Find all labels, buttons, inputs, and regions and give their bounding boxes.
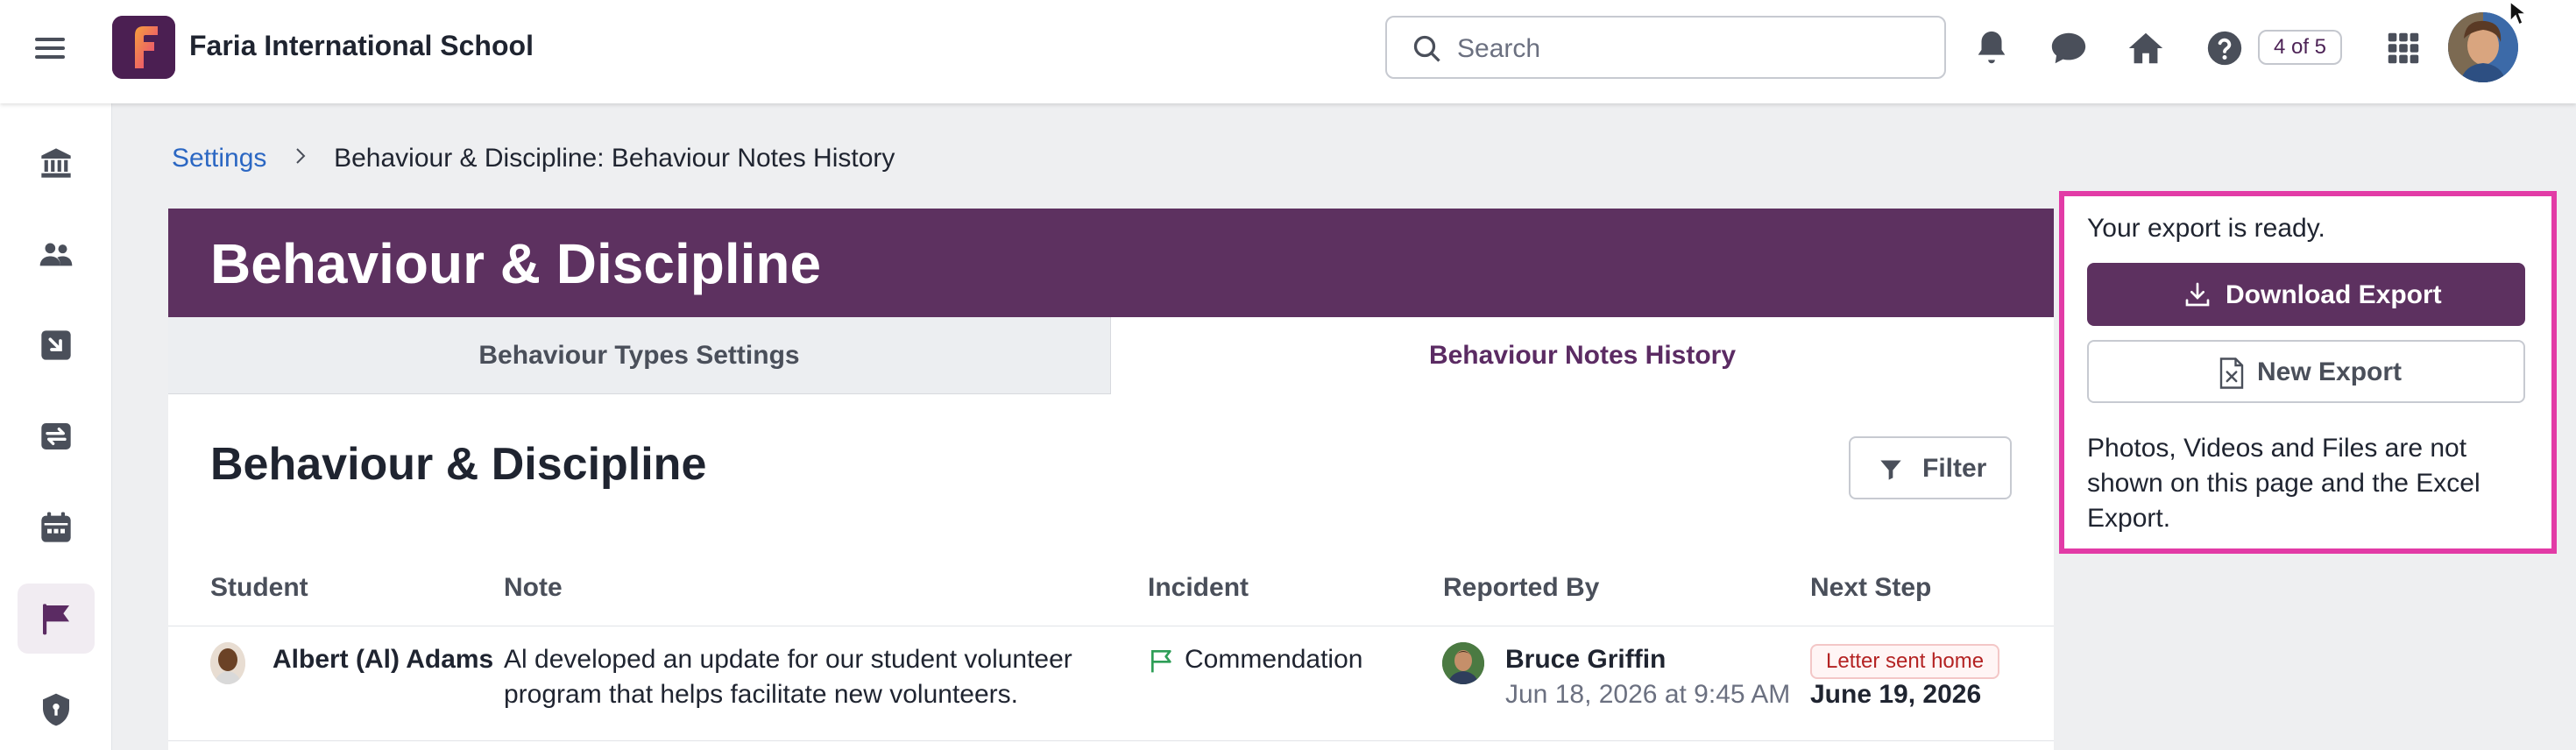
- sidebar-item-import[interactable]: [18, 310, 95, 380]
- hamburger-icon[interactable]: [35, 33, 70, 68]
- student-avatar: [210, 642, 245, 684]
- page-title: Behaviour & Discipline: [210, 232, 822, 295]
- next-step-date: June 19, 2026: [1810, 680, 1982, 709]
- column-header-incident[interactable]: Incident: [1148, 573, 1249, 603]
- download-export-label: Download Export: [2226, 280, 2442, 309]
- reporter-name[interactable]: Bruce Griffin: [1505, 642, 1666, 677]
- shield-icon: [43, 693, 69, 726]
- filter-icon: [1880, 460, 1901, 480]
- search-box[interactable]: [1385, 16, 1946, 79]
- download-icon: [2185, 282, 2210, 307]
- tab-bar: Behaviour Types Settings Behaviour Notes…: [168, 317, 2054, 394]
- section-title: Behaviour & Discipline: [210, 439, 707, 490]
- note-text-line-2: program that helps facilitate new volunt…: [504, 680, 1018, 709]
- school-logo[interactable]: [112, 16, 175, 79]
- sidebar: [0, 103, 112, 750]
- home-icon[interactable]: [2126, 28, 2166, 68]
- filter-button[interactable]: Filter: [1849, 436, 2012, 499]
- sidebar-item-calendar[interactable]: [18, 492, 95, 562]
- top-bar: Faria International School 4 of 5: [0, 0, 2576, 103]
- calendar-icon: [41, 512, 71, 542]
- column-header-reported-by[interactable]: Reported By: [1443, 573, 1599, 603]
- user-avatar[interactable]: [2448, 12, 2518, 82]
- breadcrumb: Settings Behaviour & Discipline: Behavio…: [172, 144, 895, 173]
- behaviour-card: Behaviour & Discipline Behaviour Types S…: [168, 209, 2054, 750]
- column-header-next-step[interactable]: Next Step: [1810, 573, 1931, 603]
- sidebar-item-institution[interactable]: [18, 128, 95, 198]
- sidebar-item-security[interactable]: [18, 675, 95, 745]
- export-ready-text: Your export is ready.: [2087, 214, 2325, 243]
- institution-icon: [41, 148, 71, 178]
- search-input[interactable]: [1457, 32, 1913, 67]
- incident-type: Commendation: [1185, 645, 1363, 674]
- sync-icon: [41, 423, 71, 449]
- table-row[interactable]: Albert (Al) Adams Al developed an update…: [168, 626, 2054, 741]
- commendation-flag-icon: [1151, 650, 1171, 673]
- reporter-avatar: [1442, 642, 1484, 684]
- new-export-label: New Export: [2257, 357, 2403, 386]
- breadcrumb-current: Behaviour & Discipline: Behaviour Notes …: [334, 144, 895, 173]
- student-name[interactable]: Albert (Al) Adams: [272, 642, 493, 677]
- help-icon[interactable]: [2204, 28, 2245, 68]
- reported-timestamp: Jun 18, 2026 at 9:45 AM: [1505, 680, 1791, 709]
- bell-icon[interactable]: [1971, 28, 2012, 68]
- new-export-button[interactable]: New Export: [2087, 340, 2525, 403]
- chevron-right-icon: [294, 144, 308, 173]
- people-icon: [39, 243, 73, 266]
- mouse-cursor-icon: [2509, 0, 2529, 26]
- tab-behaviour-notes-history[interactable]: Behaviour Notes History: [1111, 317, 2054, 394]
- sidebar-item-behaviour[interactable]: [18, 584, 95, 654]
- page-header-banner: Behaviour & Discipline: [168, 209, 2054, 317]
- download-export-button[interactable]: Download Export: [2087, 263, 2525, 326]
- excel-file-icon: [2219, 357, 2244, 389]
- export-panel: Your export is ready. Download Export Ne…: [2059, 191, 2557, 554]
- column-header-student[interactable]: Student: [210, 573, 308, 603]
- apps-grid-icon[interactable]: [2383, 28, 2424, 68]
- sidebar-item-people[interactable]: [18, 219, 95, 289]
- school-name[interactable]: Faria International School: [189, 30, 534, 62]
- note-text-line-1: Al developed an update for our student v…: [504, 645, 1072, 674]
- tab-behaviour-types-settings[interactable]: Behaviour Types Settings: [168, 317, 1111, 394]
- filter-label: Filter: [1922, 454, 1987, 483]
- export-note: Photos, Videos and Files are not shown o…: [2087, 434, 2480, 533]
- sidebar-item-sync[interactable]: [18, 401, 95, 471]
- breadcrumb-link-settings[interactable]: Settings: [172, 144, 266, 173]
- next-step-badge: Letter sent home: [1810, 644, 2000, 679]
- import-icon: [41, 330, 71, 360]
- column-header-note[interactable]: Note: [504, 573, 563, 603]
- chat-icon[interactable]: [2049, 28, 2089, 68]
- tour-counter-badge[interactable]: 4 of 5: [2258, 30, 2342, 65]
- flag-icon: [43, 604, 69, 635]
- search-icon: [1413, 35, 1440, 62]
